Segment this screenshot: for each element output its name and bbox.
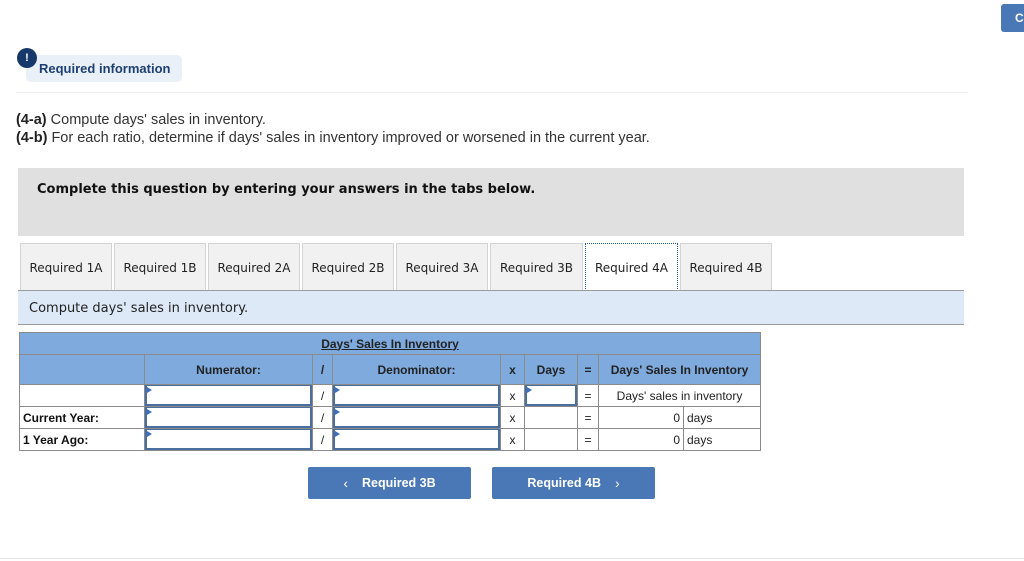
instruction-tag: (4-a) [16, 112, 47, 128]
header-numerator: Numerator: [144, 354, 313, 385]
prev-required-3b-button[interactable]: ‹ Required 3B [308, 467, 471, 499]
days-input[interactable] [525, 385, 577, 406]
days-cell [524, 384, 578, 407]
next-required-4b-button[interactable]: Required 4B › [492, 467, 655, 499]
instruction-4a: (4-a) Compute days' sales in inventory. [16, 111, 650, 129]
table-row: / x = Days' sales in inventory [19, 384, 761, 407]
header-times: x [500, 354, 525, 385]
complete-question-box: Complete this question by entering your … [18, 168, 964, 236]
input-flag-icon [335, 431, 340, 437]
input-flag-icon [147, 409, 152, 415]
tab-required-4b[interactable]: Required 4B [680, 243, 772, 291]
input-flag-icon [147, 387, 152, 393]
days-value [524, 428, 578, 451]
instruction-text: Compute days' sales in inventory. [46, 112, 266, 128]
row-label-1-year-ago: 1 Year Ago: [19, 428, 145, 451]
result-value: 0 [598, 406, 684, 429]
denominator-cell [332, 428, 501, 451]
days-value [524, 406, 578, 429]
numerator-label-input[interactable] [145, 385, 312, 406]
header-result: Days' Sales In Inventory [598, 354, 761, 385]
required-information-label: Required information [39, 61, 171, 76]
result-unit: days [683, 406, 761, 429]
required-information-badge: Required information [26, 55, 182, 82]
exclamation-icon: ! [17, 48, 37, 68]
numerator-cell [144, 406, 313, 429]
divider [16, 92, 968, 93]
prior-year-denominator-input[interactable] [333, 429, 500, 450]
instruction-tag: (4-b) [16, 130, 48, 146]
days-sales-inventory-table: Days' Sales In Inventory Numerator: / De… [19, 332, 761, 451]
current-year-denominator-input[interactable] [333, 407, 500, 428]
tab-required-3b[interactable]: Required 3B [490, 243, 583, 291]
header-days: Days [524, 354, 578, 385]
corner-button-label: C [1015, 11, 1024, 25]
tab-bar: Required 1A Required 1B Required 2A Requ… [20, 243, 774, 291]
input-flag-icon [335, 409, 340, 415]
row-label [19, 384, 145, 407]
input-flag-icon [527, 387, 532, 393]
numerator-cell [144, 428, 313, 451]
tab-required-2a[interactable]: Required 2A [208, 243, 300, 291]
chevron-right-icon: › [614, 475, 620, 491]
tab-required-1a[interactable]: Required 1A [20, 243, 112, 291]
next-button-label: Required 4B [527, 476, 601, 490]
table-row: Current Year: / x = 0 days [19, 406, 761, 429]
row-label-current-year: Current Year: [19, 406, 145, 429]
header-equals: = [577, 354, 599, 385]
instruction-text: For each ratio, determine if days' sales… [47, 130, 650, 146]
instruction-4b: (4-b) For each ratio, determine if days'… [16, 129, 650, 147]
corner-button[interactable]: C [1001, 4, 1024, 32]
denominator-label-input[interactable] [333, 385, 500, 406]
tab-required-2b[interactable]: Required 2B [302, 243, 394, 291]
prompt-bar: Compute days' sales in inventory. [18, 291, 964, 325]
numerator-cell [144, 384, 313, 407]
equals-symbol: = [577, 406, 599, 429]
equals-symbol: = [577, 384, 599, 407]
tab-required-3a[interactable]: Required 3A [396, 243, 488, 291]
header-denominator: Denominator: [332, 354, 501, 385]
tab-required-1b[interactable]: Required 1B [114, 243, 206, 291]
chevron-left-icon: ‹ [343, 475, 349, 491]
prev-button-label: Required 3B [362, 476, 436, 490]
equals-symbol: = [577, 428, 599, 451]
table-title-text: Days' Sales In Inventory [321, 336, 459, 351]
divide-symbol: / [312, 406, 333, 429]
prior-year-numerator-input[interactable] [145, 429, 312, 450]
current-year-numerator-input[interactable] [145, 407, 312, 428]
denominator-cell [332, 406, 501, 429]
input-flag-icon [147, 431, 152, 437]
result-unit: days [683, 428, 761, 451]
result-value: 0 [598, 428, 684, 451]
times-symbol: x [500, 406, 525, 429]
prompt-text: Compute days' sales in inventory. [29, 301, 249, 316]
divide-symbol: / [312, 428, 333, 451]
tab-required-4a[interactable]: Required 4A [585, 243, 678, 291]
instructions: (4-a) Compute days' sales in inventory. … [16, 111, 650, 147]
times-symbol: x [500, 428, 525, 451]
table-row: 1 Year Ago: / x = 0 days [19, 428, 761, 451]
times-symbol: x [500, 384, 525, 407]
footer-divider [0, 558, 1024, 559]
header-divide: / [312, 354, 333, 385]
complete-question-text: Complete this question by entering your … [37, 182, 536, 197]
result-label: Days' sales in inventory [598, 384, 761, 407]
header-blank [19, 354, 145, 385]
table-title: Days' Sales In Inventory [19, 332, 761, 355]
denominator-cell [332, 384, 501, 407]
input-flag-icon [335, 387, 340, 393]
divide-symbol: / [312, 384, 333, 407]
